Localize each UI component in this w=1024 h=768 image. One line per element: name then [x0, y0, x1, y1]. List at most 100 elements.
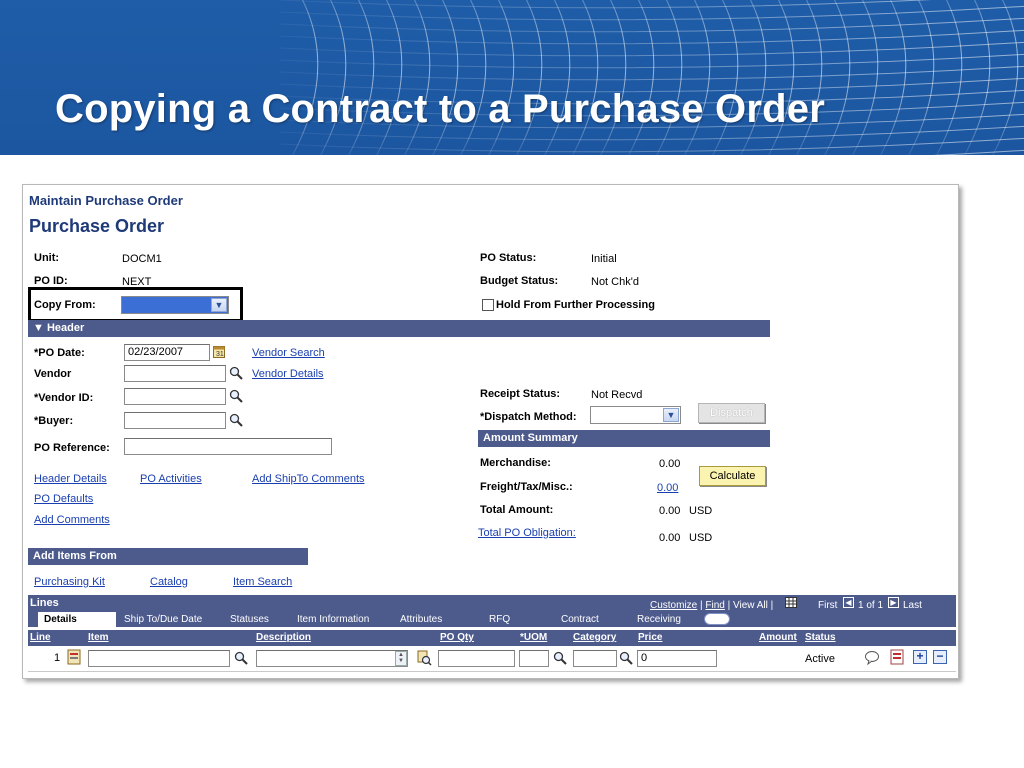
- tab-item-information[interactable]: Item Information: [291, 612, 369, 627]
- vendor-search-link[interactable]: Vendor Search: [252, 347, 325, 359]
- hold-checkbox[interactable]: [482, 299, 494, 311]
- find-link[interactable]: Find: [705, 600, 724, 611]
- status-value: Active: [805, 653, 835, 665]
- po-date-input[interactable]: 02/23/2007: [124, 344, 210, 361]
- col-description[interactable]: Description: [256, 630, 311, 646]
- obligation-currency: USD: [689, 532, 713, 544]
- lines-column-header: Line Item Description PO Qty *UOM Catego…: [28, 630, 956, 646]
- line-number: 1: [54, 652, 61, 664]
- copy-from-label: Copy From:: [34, 299, 96, 311]
- item-input[interactable]: [88, 650, 230, 667]
- dispatch-method-select[interactable]: ▼: [590, 406, 681, 424]
- chevron-down-icon: ▼: [211, 298, 227, 312]
- merchandise-value: 0.00: [659, 458, 681, 470]
- first-label: First: [818, 600, 838, 611]
- amount-summary-bar: Amount Summary: [478, 430, 770, 447]
- po-reference-label: PO Reference:: [34, 442, 110, 454]
- header-section-title: Header: [46, 322, 85, 334]
- lines-tabs: Details Ship To/Due Date Statuses Item I…: [28, 612, 956, 627]
- total-amount-currency: USD: [689, 505, 713, 517]
- line-details-icon[interactable]: [66, 649, 82, 665]
- col-price[interactable]: Price: [638, 630, 662, 646]
- catalog-link[interactable]: Catalog: [150, 576, 188, 588]
- add-comments-link[interactable]: Add Comments: [34, 514, 110, 526]
- comment-icon[interactable]: [864, 650, 880, 665]
- add-items-bar: Add Items From: [28, 548, 308, 565]
- vendor-id-input[interactable]: [124, 388, 226, 405]
- page-title: Purchase Order: [29, 216, 165, 236]
- add-row-icon[interactable]: +: [913, 650, 927, 664]
- spinner-icon[interactable]: ▲ ▼: [395, 651, 407, 666]
- po-reference-input[interactable]: [124, 438, 332, 455]
- uom-input[interactable]: [519, 650, 549, 667]
- item-search-link[interactable]: Item Search: [233, 576, 292, 588]
- search-icon[interactable]: [553, 651, 567, 665]
- copy-from-select[interactable]: ▼: [121, 296, 229, 314]
- item-attributes-icon[interactable]: [416, 649, 432, 666]
- po-activities-link[interactable]: PO Activities: [140, 473, 202, 485]
- tab-receiving[interactable]: Receiving: [631, 612, 681, 627]
- delete-row-icon[interactable]: −: [933, 650, 947, 664]
- grid-download-icon[interactable]: [785, 597, 797, 608]
- buyer-input[interactable]: [124, 412, 226, 429]
- vendor-input[interactable]: [124, 365, 226, 382]
- dispatch-button[interactable]: Dispatch: [698, 403, 765, 423]
- po-qty-input[interactable]: [438, 650, 515, 667]
- vendor-id-label: *Vendor ID:: [34, 392, 94, 404]
- total-amount-label: Total Amount:: [480, 504, 554, 516]
- buyer-label: *Buyer:: [34, 415, 74, 427]
- customize-link[interactable]: Customize: [650, 600, 697, 611]
- search-icon[interactable]: [619, 651, 633, 665]
- receipt-status-label: Receipt Status:: [480, 388, 561, 400]
- tab-contract[interactable]: Contract: [555, 612, 599, 627]
- search-icon[interactable]: [229, 413, 243, 427]
- schedule-icon[interactable]: [890, 649, 904, 665]
- description-input[interactable]: [256, 650, 408, 667]
- lines-bar: Lines Customize | Find | View All | Firs…: [28, 595, 956, 612]
- receipt-status-value: Not Recvd: [591, 389, 643, 401]
- total-po-obligation-link[interactable]: Total PO Obligation:: [478, 527, 576, 539]
- previous-arrow-icon[interactable]: ◀: [843, 597, 854, 608]
- view-all-link[interactable]: View All: [733, 600, 768, 611]
- calendar-icon[interactable]: 31: [213, 345, 225, 358]
- tab-rfq[interactable]: RFQ: [483, 612, 510, 627]
- obligation-value: 0.00: [659, 532, 681, 544]
- tab-details[interactable]: Details: [38, 612, 116, 627]
- po-defaults-link[interactable]: PO Defaults: [34, 493, 93, 505]
- purchasing-kit-link[interactable]: Purchasing Kit: [34, 576, 105, 588]
- col-category[interactable]: Category: [573, 630, 616, 646]
- tab-ship-to[interactable]: Ship To/Due Date: [118, 612, 202, 627]
- search-icon[interactable]: [229, 389, 243, 403]
- category-input[interactable]: [573, 650, 617, 667]
- search-icon[interactable]: [229, 366, 243, 380]
- show-all-columns-icon[interactable]: [704, 613, 730, 625]
- col-status[interactable]: Status: [805, 630, 836, 646]
- col-amount[interactable]: Amount: [759, 630, 797, 646]
- lines-title: Lines: [30, 597, 59, 609]
- budget-status-value: Not Chk'd: [591, 276, 639, 288]
- hold-label: Hold From Further Processing: [496, 299, 655, 311]
- col-item[interactable]: Item: [88, 630, 109, 646]
- tab-statuses[interactable]: Statuses: [224, 612, 269, 627]
- slide-banner: Copying a Contract to a Purchase Order: [0, 0, 1024, 155]
- table-row: 1 ▲ ▼ 0 Active + −: [28, 646, 956, 672]
- unit-value: DOCM1: [122, 253, 162, 265]
- slide-title: Copying a Contract to a Purchase Order: [55, 87, 825, 131]
- tab-attributes[interactable]: Attributes: [394, 612, 442, 627]
- add-shipto-comments-link[interactable]: Add ShipTo Comments: [252, 473, 365, 485]
- calculate-button[interactable]: Calculate: [699, 466, 766, 486]
- col-line[interactable]: Line: [30, 630, 51, 646]
- merchandise-label: Merchandise:: [480, 457, 551, 469]
- header-section-bar[interactable]: ▼ Header: [28, 320, 770, 337]
- next-arrow-icon[interactable]: ▶: [888, 597, 899, 608]
- price-input[interactable]: 0: [637, 650, 717, 667]
- search-icon[interactable]: [234, 651, 248, 665]
- vendor-details-link[interactable]: Vendor Details: [252, 368, 324, 380]
- dispatch-method-label: *Dispatch Method:: [480, 411, 577, 423]
- col-po-qty[interactable]: PO Qty: [440, 630, 474, 646]
- vendor-label: Vendor: [34, 368, 72, 380]
- header-details-link[interactable]: Header Details: [34, 473, 107, 485]
- freight-value-link[interactable]: 0.00: [657, 482, 678, 494]
- col-uom[interactable]: *UOM: [520, 630, 547, 646]
- po-date-label: *PO Date:: [34, 347, 85, 359]
